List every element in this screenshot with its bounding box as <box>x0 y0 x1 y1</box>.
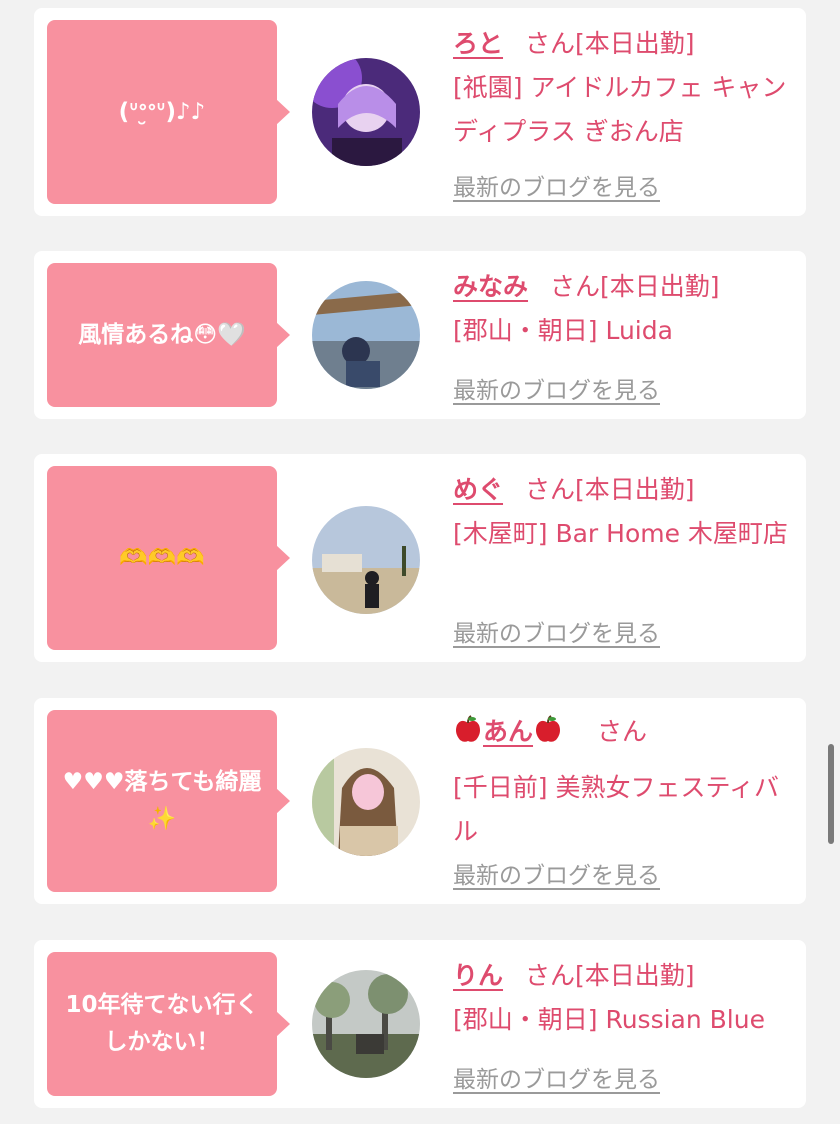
message-text: 風情あるね😳🤍 <box>78 321 246 348</box>
honorific: さん <box>525 475 576 504</box>
avatar[interactable] <box>312 748 420 856</box>
avatar[interactable] <box>312 58 420 166</box>
cast-info: ろと さん[本日出勤] [祇園] アイドルカフェ キャンディプラス ぎおん店 <box>453 22 798 154</box>
cast-name-text: あん <box>483 717 534 746</box>
status-label: [本日出勤] <box>600 272 720 301</box>
cast-name-link[interactable]: めぐ <box>453 475 503 504</box>
cast-info: めぐ さん[本日出勤] [木屋町] Bar Home 木屋町店 <box>453 468 798 556</box>
message-bubble[interactable]: ♥♥♥落ちても綺麗✨ <box>47 710 290 892</box>
avatar[interactable] <box>312 970 420 1078</box>
latest-blog-link[interactable]: 最新のブログを見る <box>453 371 660 405</box>
cast-card: (ᐡᐤ̮ᐤᐡ)♪♪ ろと さん[本日出勤] [祇園] アイドルカフェ キャンディプ… <box>34 8 806 216</box>
message-bubble[interactable]: 🫶🫶🫶 <box>47 466 290 650</box>
avatar-photo-icon <box>312 58 420 166</box>
status-label: [本日出勤] <box>575 475 695 504</box>
message-bubble[interactable]: 風情あるね😳🤍 <box>47 263 290 407</box>
latest-blog-link[interactable]: 最新のブログを見る <box>453 614 660 648</box>
avatar-photo-icon <box>312 281 420 389</box>
avatar-photo-icon <box>312 506 420 614</box>
avatar-photo-icon <box>312 970 420 1078</box>
honorific: さん <box>597 717 648 746</box>
message-text: ♥♥♥落ちても綺麗✨ <box>62 769 262 832</box>
apple-icon <box>453 714 483 766</box>
scrollbar[interactable] <box>828 744 834 844</box>
cast-name-link[interactable]: ろと <box>453 29 503 58</box>
honorific: さん <box>525 29 576 58</box>
honorific: さん <box>550 272 601 301</box>
status-label: [本日出勤] <box>575 961 695 990</box>
honorific: さん <box>525 961 576 990</box>
avatar-photo-icon <box>312 748 420 856</box>
apple-icon <box>533 714 563 766</box>
message-bubble[interactable]: (ᐡᐤ̮ᐤᐡ)♪♪ <box>47 20 290 204</box>
shop-name: [千日前] 美熟女フェスティバル <box>453 773 779 846</box>
shop-name: [木屋町] Bar Home 木屋町店 <box>453 519 788 548</box>
shop-name: [郡山・朝日] Luida <box>453 316 673 345</box>
avatar[interactable] <box>312 506 420 614</box>
cast-card: 🫶🫶🫶 めぐ さん[本日出勤] [木屋町] Bar Home 木屋町店 最新のブロ… <box>34 454 806 662</box>
cast-card: 風情あるね😳🤍 みなみ さん[本日出勤] [郡山・朝日] Luida 最新のブログ… <box>34 251 806 419</box>
cast-name-link[interactable]: りん <box>453 961 503 990</box>
cast-info: りん さん[本日出勤] [郡山・朝日] Russian Blue <box>453 954 798 1042</box>
latest-blog-link[interactable]: 最新のブログを見る <box>453 1060 660 1094</box>
cast-blog-list-page: (ᐡᐤ̮ᐤᐡ)♪♪ ろと さん[本日出勤] [祇園] アイドルカフェ キャンディプ… <box>0 0 840 1124</box>
cast-info: みなみ さん[本日出勤] [郡山・朝日] Luida <box>453 265 798 353</box>
cast-name-link[interactable]: みなみ <box>453 272 528 301</box>
cast-card: 10年待てない行くしかない！ りん さん[本日出勤] [郡山・朝日] Russia… <box>34 940 806 1108</box>
latest-blog-link[interactable]: 最新のブログを見る <box>453 856 660 890</box>
cast-info: あん さん [千日前] 美熟女フェスティバル <box>453 710 798 854</box>
cast-card: ♥♥♥落ちても綺麗✨ あん さん [千日前] 美熟女フェスティバル 最新のブログを… <box>34 698 806 904</box>
message-bubble[interactable]: 10年待てない行くしかない！ <box>47 952 290 1096</box>
latest-blog-link[interactable]: 最新のブログを見る <box>453 168 660 202</box>
message-text: (ᐡᐤ̮ᐤᐡ)♪♪ <box>118 98 206 125</box>
avatar[interactable] <box>312 281 420 389</box>
shop-name: [郡山・朝日] Russian Blue <box>453 1005 765 1034</box>
cast-name-link[interactable]: あん <box>453 715 563 746</box>
shop-name: [祇園] アイドルカフェ キャンディプラス ぎおん店 <box>453 73 787 146</box>
message-text: 10年待てない行くしかない！ <box>65 992 259 1055</box>
message-text: 🫶🫶🫶 <box>119 544 205 571</box>
status-label: [本日出勤] <box>575 29 695 58</box>
